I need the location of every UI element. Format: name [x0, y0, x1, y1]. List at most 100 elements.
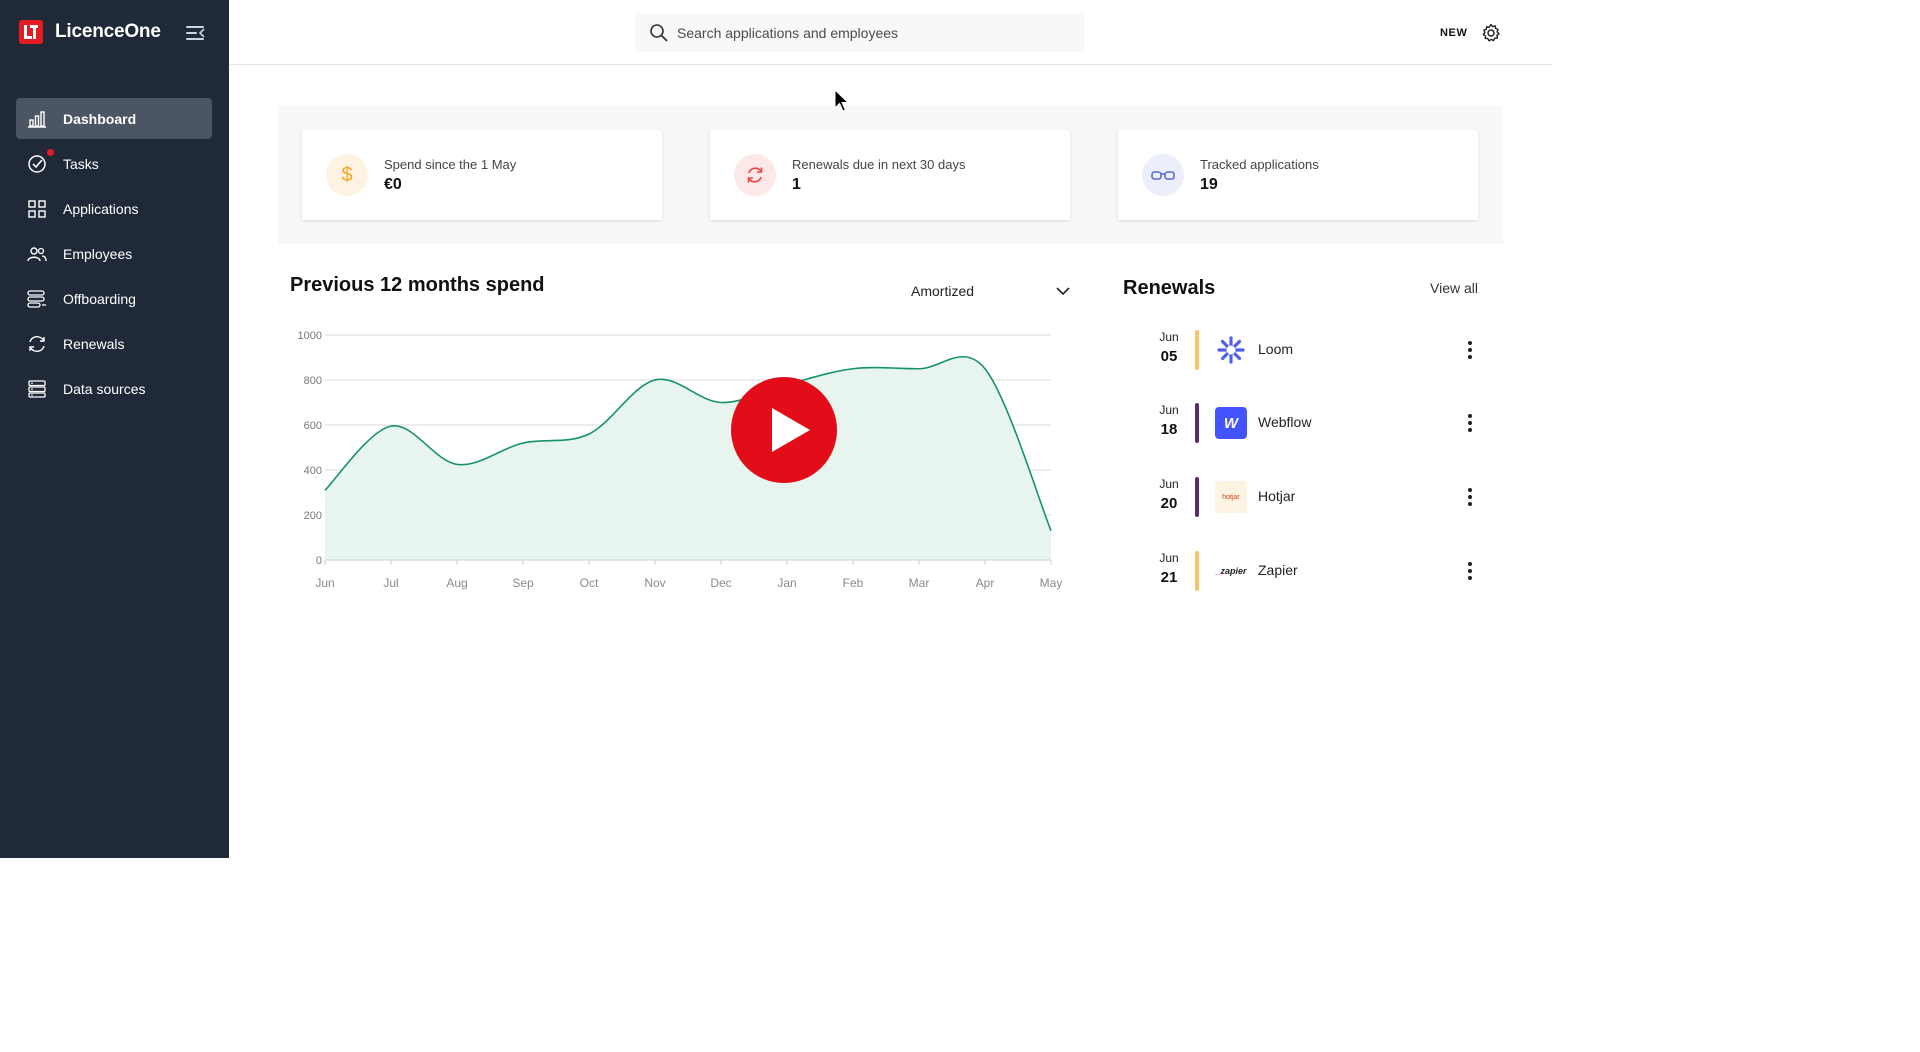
top-bar: NEW: [229, 0, 1552, 65]
search-input[interactable]: [677, 24, 1057, 41]
tasks-notification-dot: [47, 149, 54, 156]
stat-label: Spend since the 1 May: [384, 156, 517, 172]
renewal-date: Jun 20: [1150, 477, 1188, 512]
x-tick-label: Dec: [710, 576, 731, 590]
play-video-button[interactable]: [731, 377, 837, 483]
renewal-day: 21: [1160, 569, 1178, 586]
database-icon: [27, 379, 47, 399]
sidebar-item-label: Employees: [63, 245, 133, 262]
webflow-logo-icon: W: [1215, 407, 1247, 439]
sidebar-item-tasks[interactable]: Tasks: [16, 143, 212, 184]
renewal-month: Jun: [1159, 330, 1179, 344]
area-fill: [325, 356, 1051, 560]
glasses-icon: [1142, 154, 1184, 196]
renewal-row-loom[interactable]: Jun 05 Loom: [1150, 330, 1490, 374]
renewal-app-name: Hotjar: [1258, 488, 1296, 504]
x-tick-label: Oct: [580, 576, 599, 590]
loom-logo-icon: [1215, 334, 1247, 366]
renewal-app-name: Zapier: [1258, 562, 1298, 578]
more-options-icon[interactable]: [1463, 485, 1477, 509]
stat-label: Renewals due in next 30 days: [792, 156, 966, 172]
stat-card-spend: $ Spend since the 1 May €0: [302, 130, 662, 220]
x-tick-label: Nov: [644, 576, 665, 590]
renewal-day: 20: [1160, 495, 1178, 512]
renewal-row-zapier[interactable]: Jun 21 _zapier Zapier: [1150, 551, 1490, 595]
sidebar-item-label: Data sources: [63, 380, 146, 397]
sidebar-item-label: Offboarding: [63, 290, 136, 307]
sidebar-item-data-sources[interactable]: Data sources: [16, 368, 212, 409]
y-tick-label: 800: [304, 375, 322, 387]
renewal-month: Jun: [1159, 551, 1179, 565]
sidebar-item-applications[interactable]: Applications: [16, 188, 212, 229]
spend-mode-select[interactable]: Amortized: [911, 280, 1071, 302]
y-tick-label: 1000: [298, 330, 322, 342]
renewal-date: Jun 05: [1150, 330, 1188, 365]
more-options-icon[interactable]: [1463, 411, 1477, 435]
renewal-app-name: Webflow: [1258, 414, 1312, 430]
y-tick-label: 200: [304, 510, 322, 522]
sidebar-item-dashboard[interactable]: Dashboard: [16, 98, 212, 139]
stat-card-renewals: Renewals due in next 30 days 1: [710, 130, 1070, 220]
search-box[interactable]: [635, 13, 1084, 52]
renewal-row-webflow[interactable]: Jun 18 W Webflow: [1150, 403, 1490, 447]
zapier-logo-icon: _zapier: [1215, 566, 1247, 576]
stat-label: Tracked applications: [1200, 156, 1319, 172]
brand[interactable]: LicenceOne: [19, 20, 161, 44]
stat-value: 19: [1200, 175, 1218, 193]
sidebar: LicenceOne Dashboard Tasks Applications: [0, 0, 229, 858]
x-tick-label: Jul: [383, 576, 398, 590]
view-all-link[interactable]: View all: [1430, 280, 1478, 296]
licenceone-logo-icon: [19, 20, 43, 44]
sidebar-item-label: Applications: [63, 200, 139, 217]
sidebar-item-employees[interactable]: Employees: [16, 233, 212, 274]
x-tick-label: Jun: [315, 576, 334, 590]
renewal-date: Jun 21: [1150, 551, 1188, 586]
new-button[interactable]: NEW: [1440, 27, 1467, 39]
x-tick-label: Sep: [512, 576, 534, 590]
chart-title: Previous 12 months spend: [290, 274, 545, 296]
bar-chart-icon: [27, 109, 47, 129]
users-icon: [27, 244, 47, 264]
renewal-app-name: Loom: [1258, 341, 1294, 357]
gear-icon[interactable]: [1481, 23, 1501, 43]
more-options-icon[interactable]: [1463, 559, 1477, 583]
search-icon: [650, 23, 668, 42]
renewal-day: 18: [1160, 421, 1178, 438]
renewal-status-bar: [1195, 403, 1199, 443]
x-tick-label: Feb: [843, 576, 864, 590]
check-circle-icon: [27, 154, 47, 174]
sidebar-item-label: Renewals: [63, 335, 125, 352]
more-options-icon[interactable]: [1463, 338, 1477, 362]
sidebar-item-label: Tasks: [63, 155, 99, 172]
x-tick-label: Aug: [446, 576, 467, 590]
stats-panel: $ Spend since the 1 May €0 Renewals due …: [278, 106, 1503, 244]
chevron-down-icon: [1056, 287, 1070, 296]
x-tick-label: Jan: [777, 576, 796, 590]
sidebar-nav: Dashboard Tasks Applications Employees O…: [16, 98, 212, 413]
sidebar-item-renewals[interactable]: Renewals: [16, 323, 212, 364]
stat-value: €0: [384, 175, 402, 193]
renewal-month: Jun: [1159, 477, 1179, 491]
renewal-date: Jun 18: [1150, 403, 1188, 438]
renewal-month: Jun: [1159, 403, 1179, 417]
sidebar-item-offboarding[interactable]: Offboarding: [16, 278, 212, 319]
refresh-icon: [27, 334, 47, 354]
hotjar-logo-icon: hotjar: [1215, 481, 1247, 513]
stat-card-tracked: Tracked applications 19: [1118, 130, 1478, 220]
renewal-row-hotjar[interactable]: Jun 20 hotjar Hotjar: [1150, 477, 1490, 521]
y-tick-label: 600: [304, 420, 322, 432]
brand-name: LicenceOne: [55, 21, 161, 42]
renewal-day: 05: [1160, 348, 1178, 365]
sidebar-item-label: Dashboard: [63, 110, 137, 127]
stat-value: 1: [792, 175, 801, 193]
x-tick-label: Mar: [909, 576, 930, 590]
renewal-status-bar: [1195, 330, 1199, 370]
mouse-cursor-icon: [834, 89, 850, 112]
collapse-sidebar-icon[interactable]: [186, 25, 206, 41]
refresh-icon: [734, 154, 776, 196]
offboarding-icon: [27, 289, 47, 309]
spend-mode-value: Amortized: [911, 283, 975, 299]
x-tick-label: May: [1040, 576, 1063, 590]
spend-area-chart: 0 200 400 600 800 1000 Jun Jul Aug Sep Oct Nov Dec Ja…: [298, 330, 1063, 590]
y-tick-label: 400: [304, 465, 322, 477]
